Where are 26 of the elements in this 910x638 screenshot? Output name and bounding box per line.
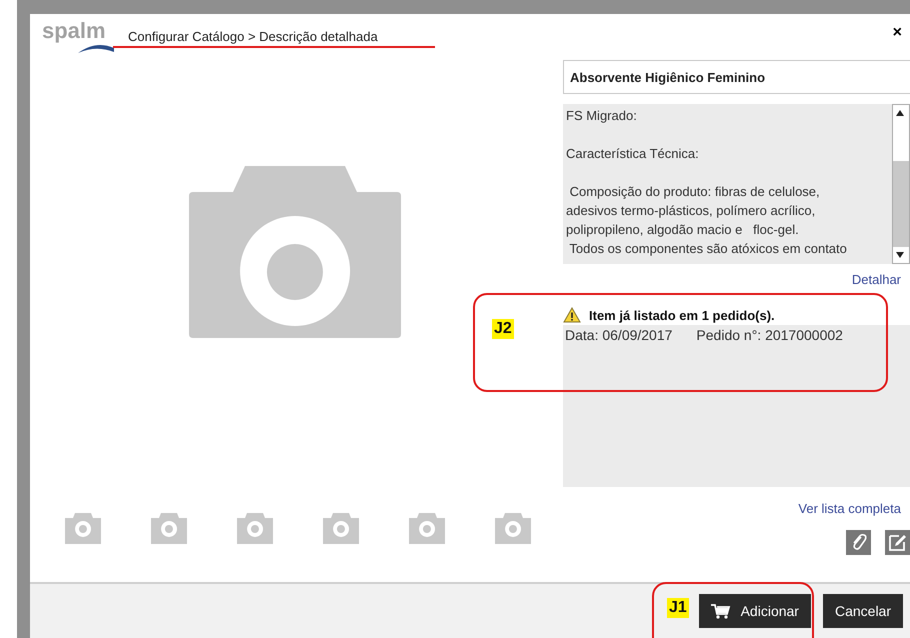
cart-icon — [710, 603, 731, 619]
camera-icon[interactable] — [237, 513, 273, 544]
window-title: Configurar Catálogo > Descrição detalhada — [127, 28, 378, 44]
alert-message: Item já listado em 1 pedido(s). — [589, 308, 775, 322]
camera-icon[interactable] — [495, 513, 531, 544]
product-name-field[interactable]: Absorvente Higiênico Feminino — [563, 60, 910, 94]
camera-icon[interactable] — [323, 513, 359, 544]
cancel-button[interactable]: Cancelar — [822, 594, 903, 628]
add-button[interactable]: Adicionar — [698, 594, 811, 628]
view-list-link[interactable]: Ver lista completa — [798, 501, 901, 516]
order-number: Pedido n°: 2017000002 — [696, 327, 843, 343]
camera-icon — [189, 166, 401, 338]
warning-icon — [563, 307, 581, 323]
close-button[interactable]: × — [892, 24, 902, 42]
camera-icon[interactable] — [409, 513, 445, 544]
edit-icon[interactable] — [885, 530, 910, 555]
annotation-label: J1 — [667, 598, 689, 618]
paperclip-icon[interactable] — [846, 530, 871, 555]
logo: spalm — [42, 16, 122, 52]
camera-icon[interactable] — [151, 513, 187, 544]
annotation-label: J2 — [492, 319, 514, 339]
detail-link[interactable]: Detalhar — [852, 272, 901, 287]
description-text: FS Migrado: Característica Técnica: Composição do produto: fibras de celulose, adesivos termo-plásticos, polímero acrílico, polipropileno, algodão macio e floc-gel. Todos os componentes são atóxicos em contato — [565, 107, 848, 258]
scrollbar[interactable] — [892, 104, 910, 264]
camera-icon[interactable] — [65, 513, 101, 544]
order-date: Data: 06/09/2017 — [565, 327, 672, 343]
